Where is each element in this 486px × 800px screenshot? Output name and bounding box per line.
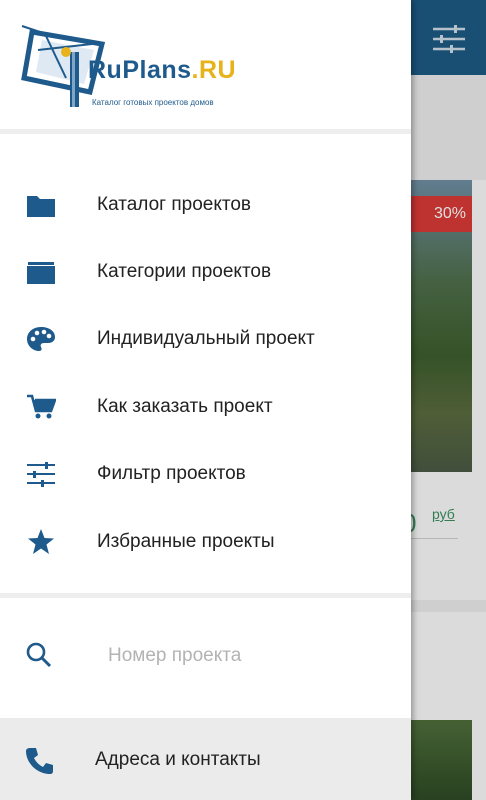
- navigation-drawer: RuPlans.RU Каталог готовых проектов домо…: [0, 0, 411, 800]
- cart-icon: [27, 394, 56, 419]
- star-icon: [28, 529, 54, 554]
- project-search: [0, 620, 411, 692]
- menu-item-filter[interactable]: Фильтр проектов: [0, 441, 411, 507]
- menu-item-individual[interactable]: Индивидуальный проект: [0, 306, 411, 372]
- menu-item-how-to-order[interactable]: Как заказать проект: [0, 374, 411, 440]
- phone-icon: [26, 748, 53, 774]
- menu-item-label: Избранные проекты: [97, 531, 275, 552]
- menu-item-favorites[interactable]: Избранные проекты: [0, 509, 411, 575]
- menu-item-label: Как заказать проект: [97, 396, 273, 417]
- filter-sliders-icon: [27, 462, 55, 487]
- menu-item-label: Фильтр проектов: [97, 463, 246, 484]
- menu-item-label: Индивидуальный проект: [97, 328, 315, 349]
- menu-item-catalog[interactable]: Каталог проектов: [0, 172, 411, 238]
- menu-item-contacts[interactable]: Адреса и контакты: [0, 718, 411, 800]
- menu-item-label: Каталог проектов: [97, 194, 252, 215]
- folders-icon: [27, 262, 55, 284]
- menu-item-label: Адреса и контакты: [95, 749, 261, 770]
- logo-subtitle: Каталог готовых проектов домов: [92, 98, 214, 107]
- drawer-header: RuPlans.RU Каталог готовых проектов домо…: [0, 0, 411, 130]
- menu-item-categories[interactable]: Категории проектов: [0, 239, 411, 305]
- logo-title: RuPlans.RU: [88, 56, 237, 84]
- project-number-input[interactable]: [94, 638, 384, 674]
- folder-icon: [27, 196, 55, 217]
- menu-item-label: Категории проектов: [97, 261, 272, 282]
- palette-icon: [27, 327, 55, 351]
- divider: [0, 129, 411, 134]
- divider: [0, 593, 411, 598]
- search-icon[interactable]: [26, 642, 52, 668]
